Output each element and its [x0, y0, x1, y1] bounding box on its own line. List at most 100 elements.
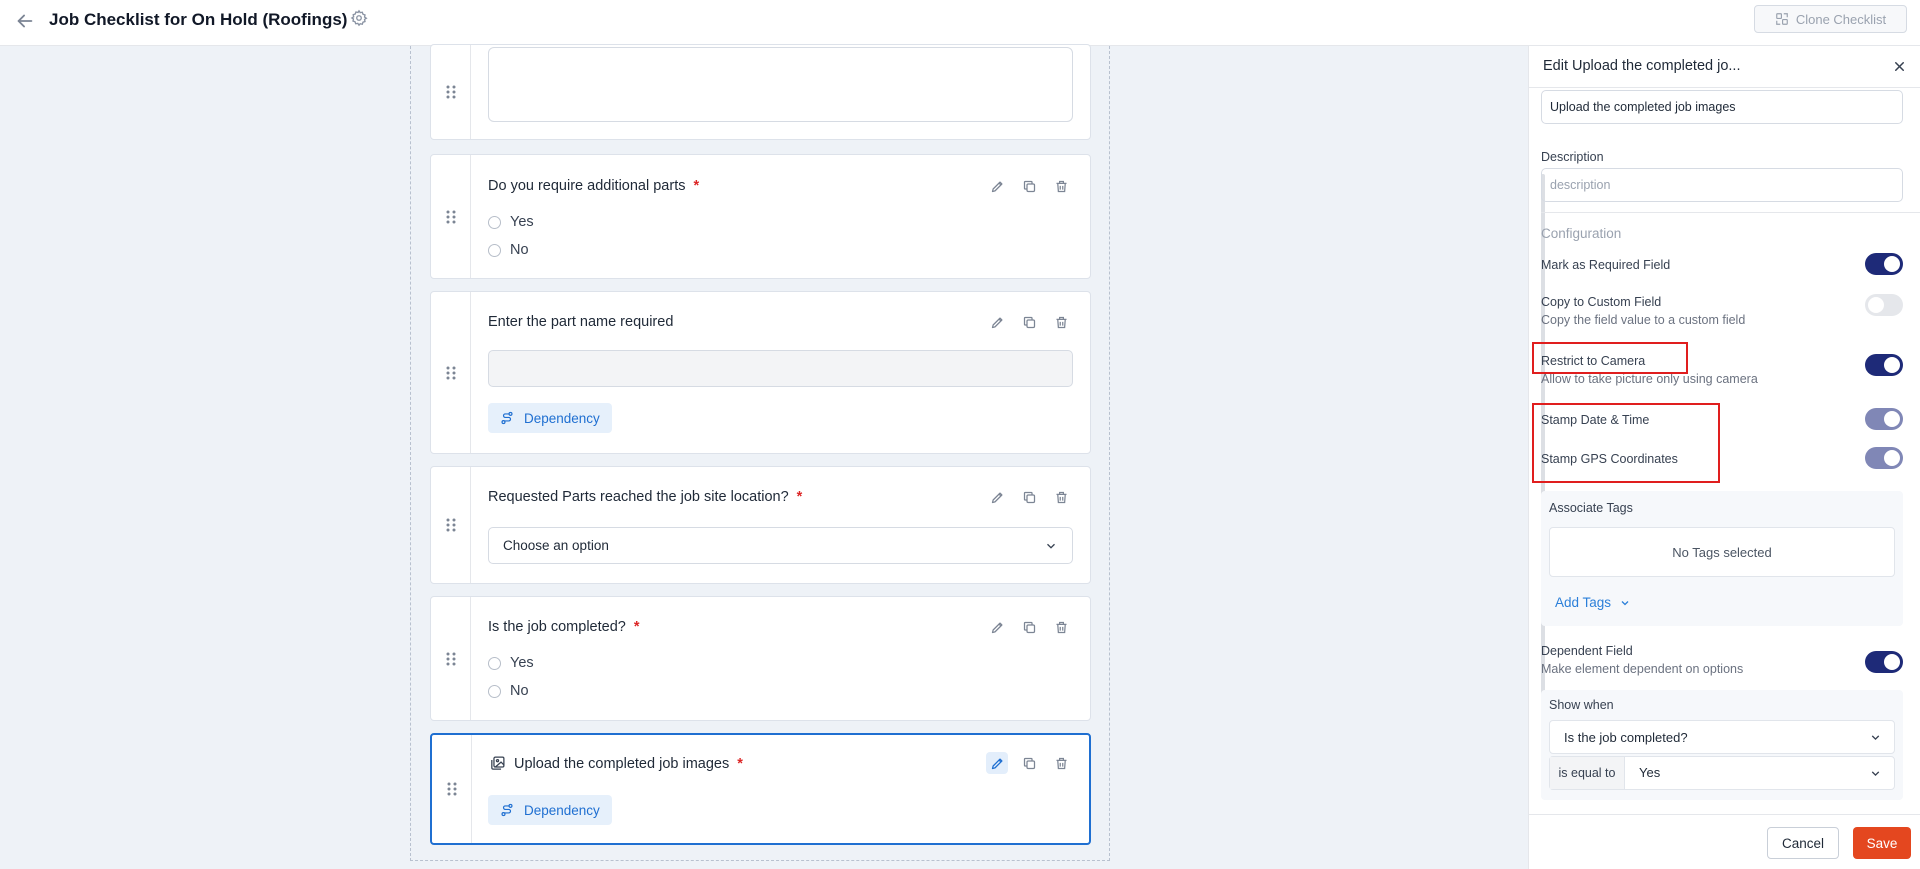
required-asterisk: * [693, 178, 700, 194]
card-actions [986, 486, 1072, 508]
checklist-canvas: Do you require additional parts * Yes No… [410, 44, 1110, 861]
copy-custom-label: Copy to Custom Field [1541, 295, 1662, 309]
radio-button[interactable] [488, 243, 501, 257]
duplicate-icon[interactable] [1018, 311, 1040, 333]
radio-option[interactable]: Yes [488, 655, 534, 671]
save-button[interactable]: Save [1853, 827, 1911, 859]
drag-handle-icon[interactable] [432, 735, 472, 843]
stamp-gps-toggle[interactable] [1865, 447, 1903, 469]
checklist-card[interactable]: Is the job completed? * Yes No [430, 596, 1091, 721]
dependency-button[interactable]: Dependency [488, 795, 612, 825]
dependent-field-toggle[interactable] [1865, 651, 1903, 673]
description-placeholder: description [1550, 178, 1611, 192]
drag-handle-icon[interactable] [431, 45, 471, 139]
copy-custom-toggle[interactable] [1865, 294, 1903, 316]
restrict-camera-toggle[interactable] [1865, 354, 1903, 376]
image-upload-icon [491, 756, 505, 770]
edit-icon[interactable] [986, 752, 1008, 774]
trash-icon[interactable] [1050, 752, 1072, 774]
close-icon[interactable] [1892, 59, 1907, 74]
checklist-card[interactable]: Enter the part name required Dependency [430, 291, 1091, 454]
description-label: Description [1541, 150, 1604, 164]
trash-icon[interactable] [1050, 175, 1072, 197]
show-when-section: Show when Is the job completed? is equal… [1541, 690, 1903, 800]
dependent-field-label: Dependent Field [1541, 644, 1633, 658]
dependent-field-sub: Make element dependent on options [1541, 662, 1744, 676]
stamp-datetime-toggle[interactable] [1865, 408, 1903, 430]
annotation-box [1532, 403, 1720, 483]
radio-button[interactable] [488, 684, 501, 698]
checklist-card[interactable]: Do you require additional parts * Yes No [430, 154, 1091, 279]
is-equal-label: is equal to [1550, 757, 1625, 789]
panel-footer: Cancel Save [1529, 814, 1920, 869]
radio-label: No [510, 242, 529, 258]
panel-title: Edit Upload the completed jo... [1543, 58, 1741, 74]
question-title: Enter the part name required [488, 314, 673, 330]
drag-handle-icon[interactable] [431, 467, 471, 583]
option-select[interactable]: Choose an option [488, 527, 1073, 564]
clone-checklist-button[interactable]: Clone Checklist [1754, 5, 1907, 33]
card-actions [986, 311, 1072, 333]
text-input-preview [488, 350, 1073, 387]
select-placeholder: Choose an option [503, 538, 609, 553]
duplicate-icon[interactable] [1018, 616, 1040, 638]
edit-icon[interactable] [986, 616, 1008, 638]
radio-label: Yes [510, 655, 534, 671]
dependency-icon [501, 411, 513, 425]
checklist-card[interactable] [430, 44, 1091, 140]
radio-label: No [510, 683, 529, 699]
dependency-button[interactable]: Dependency [488, 403, 612, 433]
is-equal-value: Yes [1639, 765, 1661, 780]
card-actions [986, 752, 1072, 774]
trash-icon[interactable] [1050, 311, 1072, 333]
radio-button[interactable] [488, 656, 501, 670]
is-equal-select[interactable]: is equal to Yes [1549, 756, 1895, 790]
cancel-button[interactable]: Cancel [1767, 827, 1839, 859]
chevron-down-icon [1621, 600, 1629, 605]
card-actions [986, 616, 1072, 638]
page-title: Job Checklist for On Hold (Roofings) [49, 10, 348, 29]
required-asterisk: * [796, 489, 803, 505]
associate-tags-label: Associate Tags [1549, 501, 1633, 515]
edit-icon[interactable] [986, 175, 1008, 197]
question-text: Upload the completed job images [514, 755, 730, 772]
trash-icon[interactable] [1050, 486, 1072, 508]
question-text: Enter the part name required [488, 314, 674, 330]
textarea-field[interactable] [488, 47, 1073, 122]
radio-option[interactable]: No [488, 242, 529, 258]
trash-icon[interactable] [1050, 616, 1072, 638]
checklist-card[interactable]: Requested Parts reached the job site loc… [430, 466, 1091, 584]
show-when-label: Show when [1549, 698, 1614, 712]
duplicate-icon[interactable] [1018, 486, 1040, 508]
radio-option[interactable]: Yes [488, 214, 534, 230]
radio-button[interactable] [488, 215, 501, 229]
description-input[interactable]: description [1541, 168, 1903, 202]
copy-custom-sub: Copy the field value to a custom field [1541, 313, 1746, 327]
dependency-icon [501, 803, 513, 817]
add-tags-button[interactable]: Add Tags [1555, 595, 1631, 610]
radio-label: Yes [510, 214, 534, 230]
checklist-card-selected[interactable]: Upload the completed job images * Depend… [430, 733, 1091, 845]
chevron-down-icon [1871, 735, 1880, 741]
annotation-box [1532, 342, 1688, 374]
drag-handle-icon[interactable] [431, 292, 471, 453]
back-arrow-icon[interactable] [14, 10, 36, 32]
field-name-input[interactable]: Upload the completed job images [1541, 90, 1903, 124]
add-tags-label: Add Tags [1555, 595, 1612, 610]
configuration-heading: Configuration [1541, 226, 1622, 241]
edit-icon[interactable] [986, 486, 1008, 508]
edit-icon[interactable] [986, 311, 1008, 333]
panel-header: Edit Upload the completed jo... [1529, 46, 1920, 88]
drag-handle-icon[interactable] [431, 155, 471, 278]
duplicate-icon[interactable] [1018, 752, 1040, 774]
show-when-select[interactable]: Is the job completed? [1549, 720, 1895, 754]
required-toggle[interactable] [1865, 253, 1903, 275]
drag-handle-icon[interactable] [431, 597, 471, 720]
duplicate-icon[interactable] [1018, 175, 1040, 197]
clone-icon [1775, 13, 1788, 25]
card-actions [986, 175, 1072, 197]
dependency-label: Dependency [524, 802, 600, 818]
radio-option[interactable]: No [488, 683, 529, 699]
gear-icon[interactable] [350, 9, 368, 27]
divider [1541, 212, 1920, 213]
